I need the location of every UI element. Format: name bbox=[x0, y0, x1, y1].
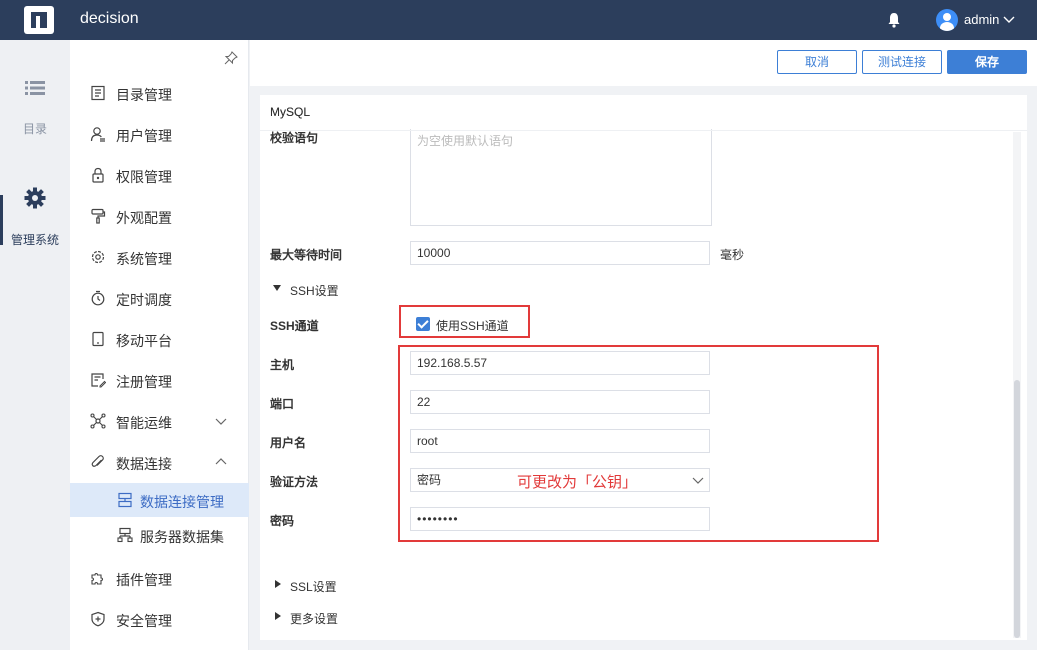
caret-right-icon[interactable] bbox=[275, 580, 281, 588]
sidebar-item-data-connection[interactable]: 数据连接 bbox=[70, 444, 249, 480]
sidebar-item-ops[interactable]: 智能运维 bbox=[70, 403, 249, 439]
ssh-channel-label: SSH通道 bbox=[270, 319, 319, 333]
username[interactable]: admin bbox=[964, 12, 999, 27]
paint-roller-icon bbox=[91, 208, 106, 224]
catalog-icon bbox=[91, 85, 105, 101]
password-label: 密码 bbox=[270, 514, 295, 528]
max-wait-input[interactable]: 10000 bbox=[410, 241, 710, 265]
list-icon[interactable] bbox=[25, 80, 45, 96]
username-label: 用户名 bbox=[270, 436, 307, 450]
sidebar-item-register[interactable]: 注册管理 bbox=[70, 362, 249, 398]
gear-icon[interactable] bbox=[24, 187, 46, 209]
puzzle-icon bbox=[91, 572, 104, 585]
user-icon bbox=[90, 127, 105, 142]
data-connection-icon bbox=[118, 492, 132, 508]
sidebar-item-label: 外观配置 bbox=[116, 210, 172, 226]
sidebar-subitem-data-connection-manage[interactable]: 数据连接管理 bbox=[70, 483, 249, 517]
tablet-icon bbox=[92, 331, 104, 347]
caret-right-icon[interactable] bbox=[275, 612, 281, 620]
sidebar-item-plugins[interactable]: 插件管理 bbox=[70, 560, 249, 596]
paperclip-icon bbox=[91, 455, 104, 467]
sidebar-item-label: 定时调度 bbox=[116, 292, 172, 308]
more-settings-toggle[interactable]: 更多设置 bbox=[290, 610, 338, 627]
sidebar-item-permissions[interactable]: 权限管理 bbox=[70, 157, 249, 193]
ssh-checkbox[interactable] bbox=[416, 317, 430, 331]
chevron-down-icon[interactable] bbox=[692, 474, 704, 486]
sidebar-item-users[interactable]: 用户管理 bbox=[70, 116, 249, 152]
annotation-text: 可更改为「公钥」 bbox=[517, 474, 638, 491]
save-button[interactable]: 保存 bbox=[947, 50, 1027, 74]
bell-icon[interactable] bbox=[887, 12, 901, 28]
sidebar-item-schedule[interactable]: 定时调度 bbox=[70, 280, 249, 316]
test-connection-button[interactable]: 测试连接 bbox=[862, 50, 942, 74]
sidebar-item-security[interactable]: 安全管理 bbox=[70, 601, 249, 637]
lock-icon bbox=[92, 167, 104, 183]
sidebar-item-label: 系统管理 bbox=[116, 251, 172, 267]
validation-label: 校验语句 bbox=[270, 131, 319, 145]
host-label: 主机 bbox=[270, 358, 295, 372]
server-dataset-icon bbox=[117, 527, 133, 543]
cancel-button[interactable]: 取消 bbox=[777, 50, 857, 74]
sidebar-item-system[interactable]: 系统管理 bbox=[70, 239, 249, 275]
network-icon bbox=[90, 413, 106, 429]
logo-icon[interactable] bbox=[24, 6, 54, 34]
panel-header bbox=[260, 95, 1027, 131]
sidebar-subitem-server-dataset[interactable]: 服务器数据集 bbox=[70, 518, 249, 552]
sidebar-item-label: 目录管理 bbox=[116, 87, 172, 103]
rail-item-admin[interactable]: 管理系统 bbox=[0, 231, 70, 248]
avatar[interactable] bbox=[936, 9, 958, 31]
max-wait-unit: 毫秒 bbox=[720, 248, 745, 262]
username-input[interactable]: root bbox=[410, 429, 710, 453]
sidebar-item-mobile[interactable]: 移动平台 bbox=[70, 321, 249, 357]
sidebar-item-label: 权限管理 bbox=[116, 169, 172, 185]
chevron-up-icon[interactable] bbox=[215, 456, 227, 468]
sidebar-subitem-label: 服务器数据集 bbox=[140, 529, 224, 545]
chevron-down-icon[interactable] bbox=[1003, 13, 1015, 25]
sidebar-item-label: 移动平台 bbox=[116, 333, 172, 349]
auth-method-label: 验证方法 bbox=[270, 475, 319, 489]
sidebar-item-label: 数据连接 bbox=[116, 456, 172, 472]
sidebar-subitem-label: 数据连接管理 bbox=[140, 494, 224, 510]
panel-title-overlay: MySQL bbox=[270, 105, 311, 119]
app-title: decision bbox=[80, 10, 139, 27]
chevron-down-icon[interactable] bbox=[215, 415, 227, 427]
ssh-section-toggle[interactable]: SSH设置 bbox=[290, 282, 339, 299]
timer-icon bbox=[91, 290, 105, 306]
sidebar-item-label: 安全管理 bbox=[116, 613, 172, 629]
shield-icon bbox=[91, 611, 105, 627]
caret-down-icon[interactable] bbox=[273, 285, 281, 291]
top-bar bbox=[0, 0, 1037, 40]
ssl-section-toggle[interactable]: SSL设置 bbox=[290, 578, 337, 595]
max-wait-label: 最大等待时间 bbox=[270, 248, 343, 262]
settings-icon bbox=[91, 250, 105, 264]
validation-textarea[interactable]: 为空使用默认语句 bbox=[410, 127, 712, 226]
sidebar-item-label: 注册管理 bbox=[116, 374, 172, 390]
rail-item-catalog[interactable]: 目录 bbox=[0, 120, 70, 137]
scrollbar-thumb[interactable] bbox=[1014, 380, 1020, 638]
ssh-checkbox-label[interactable]: 使用SSH通道 bbox=[436, 317, 509, 334]
port-input[interactable]: 22 bbox=[410, 390, 710, 414]
register-icon bbox=[91, 373, 106, 388]
sidebar-item-label: 插件管理 bbox=[116, 572, 172, 588]
sidebar-item-appearance[interactable]: 外观配置 bbox=[70, 198, 249, 234]
sidebar-item-catalog[interactable]: 目录管理 bbox=[70, 75, 249, 111]
sidebar-item-label: 用户管理 bbox=[116, 128, 172, 144]
port-label: 端口 bbox=[270, 397, 295, 411]
host-input[interactable]: 192.168.5.57 bbox=[410, 351, 710, 375]
password-input[interactable]: •••••••• bbox=[410, 507, 710, 531]
pin-icon[interactable] bbox=[224, 51, 238, 65]
sidebar-item-label: 智能运维 bbox=[116, 415, 172, 431]
